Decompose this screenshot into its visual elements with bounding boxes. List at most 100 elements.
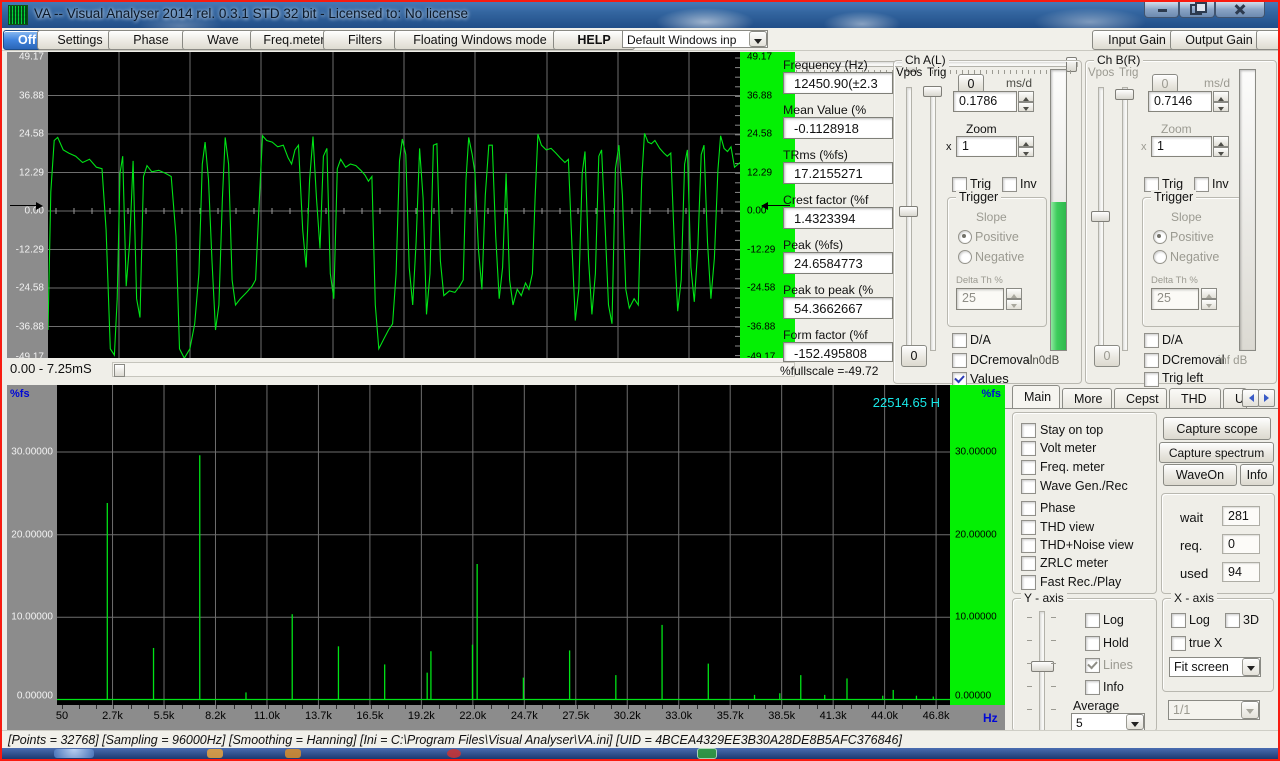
scope-time-scrollbar[interactable] xyxy=(112,362,795,377)
measurement-value: -0.1128918 xyxy=(783,117,893,139)
channel-a-trig-slider[interactable] xyxy=(930,87,936,351)
spectrum-x-tick xyxy=(268,705,269,709)
channel-b-vpos-slider-thumb[interactable] xyxy=(1091,211,1110,222)
spectrum-x-tick xyxy=(148,705,149,709)
checkbox-volt-meter[interactable] xyxy=(1021,441,1036,456)
channel-b-trig-slider-thumb[interactable] xyxy=(1115,89,1134,100)
channel-a-trig-checkbox-label: Trig xyxy=(970,177,991,191)
channel-b-inv-checkbox[interactable] xyxy=(1194,177,1209,192)
fit-screen-select[interactable]: Fit screen xyxy=(1169,657,1261,677)
channel-a-vpos-label: Vpos xyxy=(896,67,922,79)
x-3d-checkbox[interactable] xyxy=(1225,613,1240,628)
close-button[interactable] xyxy=(1215,0,1265,18)
channel-a-inv-checkbox[interactable] xyxy=(1002,177,1017,192)
x-log-checkbox[interactable] xyxy=(1171,613,1186,628)
channel-b-zoom-spinner[interactable] xyxy=(1213,136,1229,157)
x-truex-checkbox[interactable] xyxy=(1171,636,1186,651)
checkbox-phase[interactable] xyxy=(1021,501,1036,516)
tab-scroll-right-button[interactable] xyxy=(1258,389,1275,407)
channel-a-trig-slider-thumb[interactable] xyxy=(923,86,942,97)
channel-b-da-checkbox[interactable] xyxy=(1144,333,1159,348)
scope-plot[interactable] xyxy=(48,52,740,358)
average-select[interactable]: 5 xyxy=(1071,713,1145,731)
counter-value-used: 94 xyxy=(1222,562,1260,582)
spectrum-x-tick-label: 19.2k xyxy=(408,710,435,722)
channel-b-msd-input[interactable]: 0.7146 xyxy=(1148,91,1212,112)
spectrum-x-tick-label: 38.5k xyxy=(768,710,795,722)
fit-screen-value: Fit screen xyxy=(1170,658,1242,676)
checkbox-fast-rec-play[interactable] xyxy=(1021,575,1036,590)
channel-b-zoom-input[interactable]: 1 xyxy=(1151,136,1212,157)
channel-b-trig-label: Trig xyxy=(1119,67,1138,79)
status-bar: [Points = 32768] [Sampling = 96000Hz] [S… xyxy=(2,730,1278,748)
start-orb[interactable] xyxy=(54,749,94,758)
y-log-checkbox[interactable] xyxy=(1085,613,1100,628)
y-hold-checkbox[interactable] xyxy=(1085,636,1100,651)
measurements-panel: Frequency (Hz)12450.90(±2.3Mean Value (%… xyxy=(783,52,897,382)
info-button[interactable]: Info xyxy=(1240,464,1274,486)
spectrum-plot[interactable]: 22514.65 H xyxy=(57,385,950,705)
maximize-button[interactable] xyxy=(1179,0,1215,18)
fit-screen-dropdown-icon[interactable] xyxy=(1242,658,1260,676)
channel-a-da-checkbox[interactable] xyxy=(952,333,967,348)
channel-a-zoom-input[interactable]: 1 xyxy=(956,136,1017,157)
tab-cepst[interactable]: Cepst xyxy=(1114,388,1167,408)
checkbox-label: Fast Rec./Play xyxy=(1040,575,1121,589)
channel-a-msd-spinner[interactable] xyxy=(1018,91,1034,112)
minimize-button[interactable] xyxy=(1144,0,1179,18)
channel-a-msd-input[interactable]: 0.1786 xyxy=(953,91,1017,112)
combo-dropdown-icon[interactable] xyxy=(749,31,767,47)
partial-toolbar-button[interactable] xyxy=(1256,30,1280,50)
counter-value-wait: 281 xyxy=(1222,506,1260,526)
taskbar-icon[interactable] xyxy=(285,749,301,758)
taskbar-icon-va[interactable] xyxy=(697,748,717,759)
checkbox-thd-noise-view[interactable] xyxy=(1021,538,1036,553)
y-info-checkbox[interactable] xyxy=(1085,680,1100,695)
channel-a-zoom-spinner[interactable] xyxy=(1018,136,1034,157)
slider-tick xyxy=(1027,686,1032,687)
spectrum-y-axis-right: %fs 30.0000020.0000010.000000.00000 xyxy=(950,385,1005,705)
slider-tick xyxy=(1027,709,1032,710)
checkbox-thd-view[interactable] xyxy=(1021,520,1036,535)
channel-b-negative-radio xyxy=(1153,250,1167,264)
checkbox-label: Freq. meter xyxy=(1040,460,1105,474)
channel-a-dcremoval-checkbox[interactable] xyxy=(952,353,967,368)
channel-b-dcremoval-checkbox[interactable] xyxy=(1144,353,1159,368)
scope-y-tick-label: 49.17 xyxy=(747,52,772,63)
slider-tick xyxy=(1027,640,1032,641)
output-gain-button[interactable]: Output Gain xyxy=(1170,30,1268,50)
tab-thd[interactable]: THD xyxy=(1169,388,1221,408)
wave-on-button[interactable]: WaveOn xyxy=(1163,464,1237,486)
tab-main[interactable]: Main xyxy=(1012,385,1060,408)
channel-b-trig-slider[interactable] xyxy=(1122,87,1128,351)
taskbar-icon[interactable] xyxy=(447,749,461,758)
spectrum-x-tick xyxy=(577,705,578,709)
checkbox-stay-on-top[interactable] xyxy=(1021,423,1036,438)
tab-more[interactable]: More xyxy=(1062,388,1112,408)
scope-time-scrollbar-thumb[interactable] xyxy=(114,364,125,377)
channel-b-slope-label: Slope xyxy=(1171,210,1202,224)
capture-spectrum-button[interactable]: Capture spectrum xyxy=(1159,442,1274,463)
checkbox-zrlc-meter[interactable] xyxy=(1021,556,1036,571)
capture-scope-button[interactable]: Capture scope xyxy=(1163,417,1271,440)
average-dropdown-icon[interactable] xyxy=(1126,714,1144,730)
taskbar-icon[interactable] xyxy=(207,749,223,758)
scope-y-tick-label: -36.88 xyxy=(16,321,44,332)
channel-a-vpos-slider-thumb[interactable] xyxy=(899,206,918,217)
channel-b-msd-spinner[interactable] xyxy=(1213,91,1229,112)
channel-b-trig-checkbox-label: Trig xyxy=(1162,177,1183,191)
channel-a-negative-label: Negative xyxy=(975,250,1024,264)
spectrum-x-tick-label: 2.7k xyxy=(102,710,123,722)
channel-a-positive-radio xyxy=(958,230,972,244)
tab-scroll-left-button[interactable] xyxy=(1242,389,1259,407)
spectrum-y-tick-label: 10.00000 xyxy=(955,612,997,623)
input-device-select[interactable]: Default Windows inp xyxy=(622,30,768,48)
floating-windows-button[interactable]: Floating Windows mode xyxy=(394,30,566,50)
checkbox-freq-meter[interactable] xyxy=(1021,460,1036,475)
input-gain-button[interactable]: Input Gain xyxy=(1092,30,1182,50)
spectrum-x-tick xyxy=(388,705,389,709)
channel-b-positive-label: Positive xyxy=(1170,230,1214,244)
channel-a-zero-bottom-button[interactable]: 0 xyxy=(901,345,927,367)
checkbox-wave-gen-rec[interactable] xyxy=(1021,479,1036,494)
channel-a-vpos-slider[interactable] xyxy=(906,87,912,351)
